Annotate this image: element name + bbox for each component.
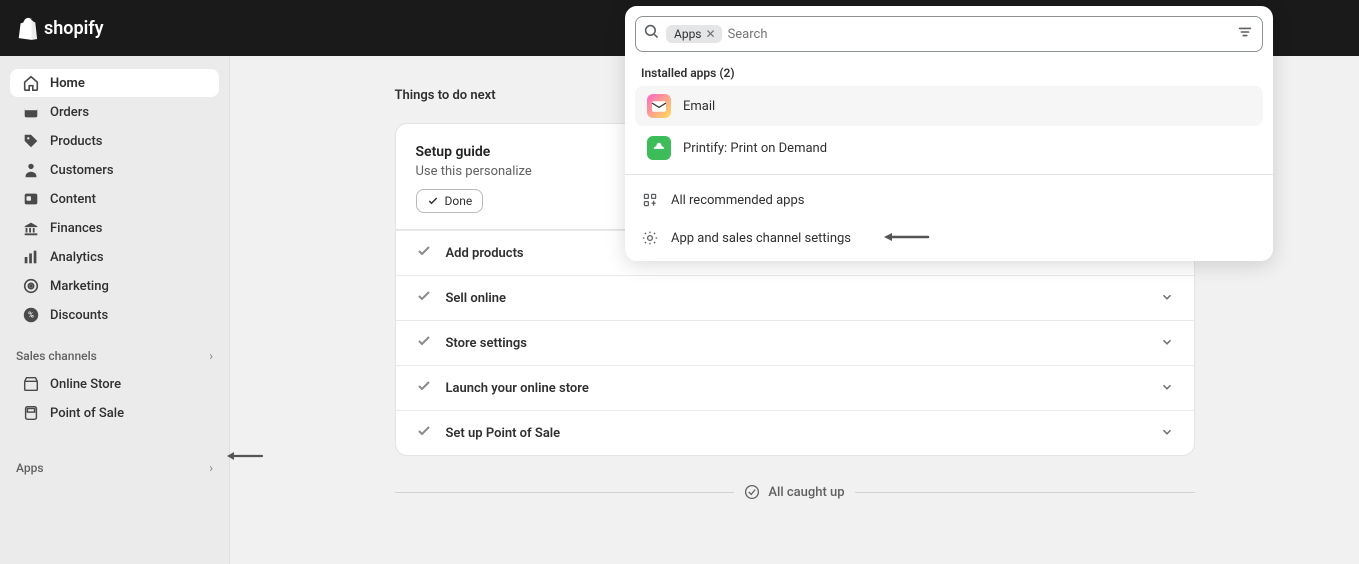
brand-logo[interactable]: shopify	[16, 16, 104, 40]
brand-name: shopify	[44, 18, 104, 39]
nav-orders[interactable]: Orders	[10, 98, 219, 126]
customers-icon	[22, 161, 40, 179]
orders-icon	[22, 103, 40, 121]
check-icon	[416, 333, 432, 353]
nav-products[interactable]: Products	[10, 127, 219, 155]
gear-icon	[641, 229, 659, 247]
chevron-down-icon	[1160, 379, 1174, 398]
nav-label: Marketing	[50, 279, 109, 294]
caught-up-text: All caught up	[768, 485, 844, 500]
nav-label: Home	[50, 76, 85, 91]
app-name: Email	[683, 99, 715, 114]
link-label: App and sales channel settings	[671, 231, 851, 246]
section-label: Apps	[16, 461, 44, 475]
divider-line	[395, 492, 735, 493]
grid-icon	[641, 191, 659, 209]
app-settings-link[interactable]: App and sales channel settings	[625, 219, 1273, 257]
task-label: Launch your online store	[446, 381, 589, 396]
nav-analytics[interactable]: Analytics	[10, 243, 219, 271]
check-icon	[416, 378, 432, 398]
done-label: Done	[445, 194, 473, 208]
task-label: Add products	[446, 246, 524, 261]
email-app-icon	[647, 94, 671, 118]
nav-content[interactable]: Content	[10, 185, 219, 213]
app-item-printify[interactable]: Printify: Print on Demand	[635, 128, 1263, 168]
nav-label: Orders	[50, 105, 89, 120]
store-icon	[22, 375, 40, 393]
done-button[interactable]: Done	[416, 189, 484, 213]
task-store-settings[interactable]: Store settings	[396, 320, 1194, 365]
check-icon	[416, 288, 432, 308]
search-popover: Apps ✕ Installed apps (2) Email Printify…	[625, 6, 1273, 261]
nav-customers[interactable]: Customers	[10, 156, 219, 184]
section-label: Sales channels	[16, 349, 97, 363]
search-filter-chip[interactable]: Apps ✕	[666, 25, 722, 43]
svg-text:%: %	[28, 310, 34, 320]
task-label: Store settings	[446, 336, 527, 351]
sales-channels-header[interactable]: Sales channels ›	[4, 343, 225, 369]
discounts-icon: %	[22, 306, 40, 324]
chip-label: Apps	[674, 27, 702, 41]
content-icon	[22, 190, 40, 208]
task-label: Set up Point of Sale	[446, 426, 561, 441]
check-icon	[416, 243, 432, 263]
installed-apps-label: Installed apps (2)	[625, 62, 1273, 84]
shopify-bag-icon	[16, 16, 38, 40]
app-item-email[interactable]: Email	[635, 86, 1263, 126]
nav-marketing[interactable]: Marketing	[10, 272, 219, 300]
filter-icon[interactable]	[1236, 23, 1254, 45]
caught-up-divider: All caught up	[395, 484, 1195, 500]
annotation-arrow	[880, 230, 930, 244]
nav-label: Products	[50, 134, 102, 149]
popover-divider	[625, 174, 1273, 175]
nav-online-store[interactable]: Online Store	[10, 370, 219, 398]
search-icon	[644, 24, 660, 44]
chevron-down-icon	[1160, 424, 1174, 443]
products-icon	[22, 132, 40, 150]
all-recommended-apps-link[interactable]: All recommended apps	[625, 181, 1273, 219]
marketing-icon	[22, 277, 40, 295]
check-icon	[427, 195, 439, 207]
printify-app-icon	[647, 136, 671, 160]
task-point-of-sale[interactable]: Set up Point of Sale	[396, 410, 1194, 455]
nav-label: Customers	[50, 163, 114, 178]
chevron-down-icon	[1160, 289, 1174, 308]
nav-finances[interactable]: Finances	[10, 214, 219, 242]
search-bar[interactable]: Apps ✕	[635, 16, 1263, 52]
home-icon	[22, 74, 40, 92]
divider-line	[855, 492, 1195, 493]
search-input[interactable]	[728, 27, 1230, 42]
apps-header[interactable]: Apps ›	[4, 455, 225, 481]
nav-discounts[interactable]: % Discounts	[10, 301, 219, 329]
finances-icon	[22, 219, 40, 237]
nav-point-of-sale[interactable]: Point of Sale	[10, 399, 219, 427]
analytics-icon	[22, 248, 40, 266]
nav-home[interactable]: Home	[10, 69, 219, 97]
sidebar: Home Orders Products Customers Content F…	[0, 56, 230, 564]
nav-label: Finances	[50, 221, 102, 236]
check-icon	[416, 423, 432, 443]
nav-label: Online Store	[50, 377, 121, 392]
task-launch-store[interactable]: Launch your online store	[396, 365, 1194, 410]
chevron-down-icon	[1160, 334, 1174, 353]
check-circle-icon	[744, 484, 760, 500]
link-label: All recommended apps	[671, 193, 804, 208]
pos-icon	[22, 404, 40, 422]
chevron-right-icon: ›	[209, 461, 213, 475]
annotation-arrow	[224, 450, 264, 462]
chevron-right-icon: ›	[209, 349, 213, 363]
nav-label: Analytics	[50, 250, 104, 265]
task-label: Sell online	[446, 291, 507, 306]
chip-remove-icon[interactable]: ✕	[706, 27, 716, 41]
nav-label: Discounts	[50, 308, 108, 323]
nav-label: Content	[50, 192, 96, 207]
task-sell-online[interactable]: Sell online	[396, 275, 1194, 320]
app-name: Printify: Print on Demand	[683, 141, 827, 156]
nav-label: Point of Sale	[50, 406, 124, 421]
